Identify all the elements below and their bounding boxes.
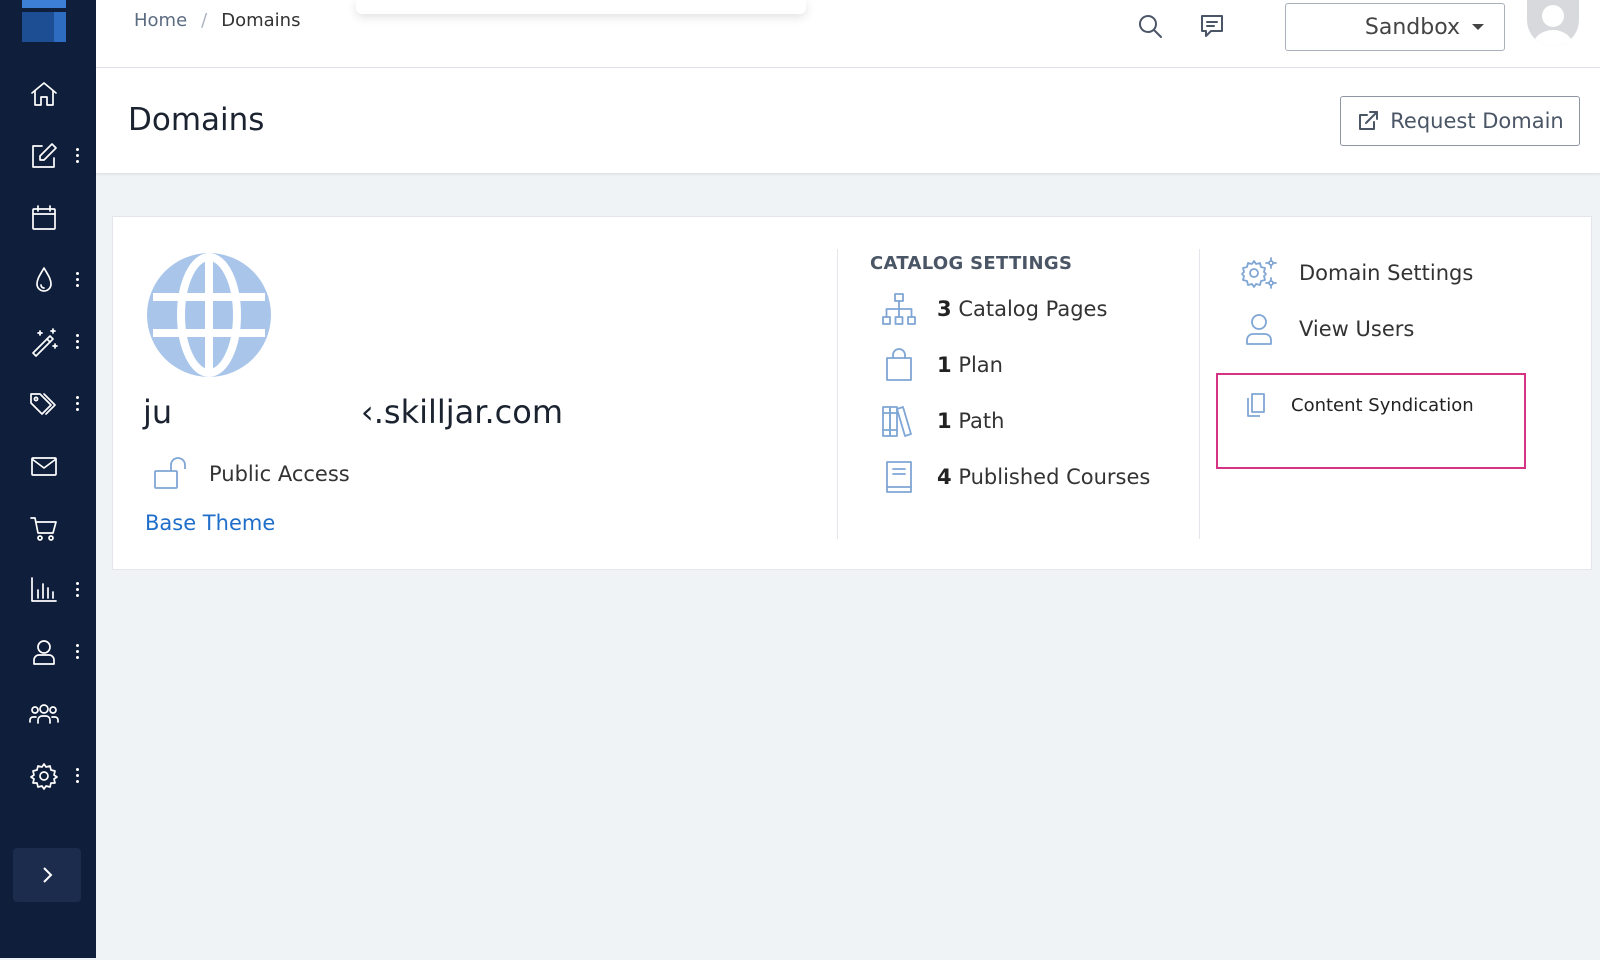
view-users-link[interactable]: View Users — [1239, 311, 1414, 347]
domain-settings-label: Domain Settings — [1299, 261, 1474, 285]
sidebar-item-analytics[interactable] — [0, 564, 96, 616]
chevron-right-icon — [43, 867, 53, 883]
magic-wand-icon — [28, 326, 60, 358]
domain-name: ju ‹.skilljar.com — [143, 393, 563, 431]
content-syndication-link[interactable]: Content Syndication — [1243, 391, 1474, 419]
breadcrumb-separator: / — [201, 10, 208, 31]
sidebar-item-theme[interactable] — [0, 254, 96, 306]
sidebar-item-calendar[interactable] — [0, 192, 96, 244]
more-icon[interactable] — [76, 644, 80, 660]
top-bar: Home / Domains Sandbox — [96, 0, 1600, 68]
page-title: Domains — [128, 102, 265, 138]
more-icon[interactable] — [76, 272, 80, 288]
base-theme-link[interactable]: Base Theme — [145, 511, 275, 535]
more-icon[interactable] — [76, 582, 80, 598]
environment-selector[interactable]: Sandbox — [1285, 3, 1505, 51]
dropdown-panel-edge — [356, 0, 806, 14]
unlock-icon — [154, 457, 186, 489]
edit-icon — [28, 140, 60, 172]
globe-icon — [147, 253, 271, 377]
bar-chart-icon — [28, 574, 60, 606]
domain-name-prefix: ju — [143, 393, 173, 431]
more-icon[interactable] — [76, 768, 80, 784]
caret-down-icon — [1472, 24, 1484, 30]
tags-icon — [28, 388, 60, 420]
gears-icon — [1241, 257, 1277, 289]
users-group-icon — [28, 698, 60, 730]
catalog-settings-title: CATALOG SETTINGS — [870, 253, 1073, 274]
sidebar-item-magic[interactable] — [0, 316, 96, 368]
avatar[interactable] — [1527, 0, 1579, 46]
more-icon[interactable] — [76, 396, 80, 412]
divider — [1199, 249, 1200, 539]
path-label: 1 Path — [937, 409, 1005, 433]
mail-icon — [28, 450, 60, 482]
gear-icon — [28, 760, 60, 792]
catalog-pages-label: 3 Catalog Pages — [937, 297, 1108, 321]
plan-label: 1 Plan — [937, 353, 1003, 377]
plan-item[interactable]: 1 Plan — [879, 347, 1003, 383]
sidebar-item-mail[interactable] — [0, 440, 96, 492]
droplet-icon — [28, 264, 60, 296]
sidebar — [0, 0, 96, 958]
request-domain-label: Request Domain — [1390, 109, 1564, 133]
skilljar-logo-icon[interactable] — [22, 0, 68, 44]
sitemap-icon — [879, 291, 919, 327]
user-avatar-icon — [1533, 5, 1573, 46]
catalog-pages-item[interactable]: 3 Catalog Pages — [879, 291, 1107, 327]
shopping-bag-icon — [879, 347, 919, 383]
access-label: Public Access — [209, 462, 350, 486]
user-icon — [28, 636, 60, 668]
breadcrumb: Home / Domains — [134, 10, 300, 31]
sidebar-item-settings[interactable] — [0, 750, 96, 802]
external-link-icon — [1359, 111, 1379, 130]
domain-name-suffix: ‹.skilljar.com — [360, 393, 563, 431]
sidebar-item-user[interactable] — [0, 626, 96, 678]
highlight-box — [1216, 373, 1526, 469]
books-icon — [879, 403, 919, 439]
sidebar-item-cart[interactable] — [0, 502, 96, 554]
path-item[interactable]: 1 Path — [879, 403, 1004, 439]
environment-label: Sandbox — [1364, 14, 1460, 40]
copy-icon — [1247, 393, 1265, 417]
sidebar-item-home[interactable] — [0, 68, 96, 120]
cart-icon — [28, 512, 60, 544]
sidebar-item-groups[interactable] — [0, 688, 96, 740]
domain-settings-link[interactable]: Domain Settings — [1239, 255, 1473, 291]
published-courses-label: 4 Published Courses — [937, 465, 1151, 489]
more-icon[interactable] — [76, 148, 80, 164]
divider — [837, 249, 838, 539]
sidebar-item-edit[interactable] — [0, 130, 96, 182]
message-icon[interactable] — [1198, 12, 1228, 42]
access-status: Public Access — [153, 457, 350, 491]
sidebar-item-tags[interactable] — [0, 378, 96, 430]
home-icon — [28, 78, 60, 110]
content-syndication-label: Content Syndication — [1291, 394, 1474, 416]
calendar-icon — [28, 202, 60, 234]
domain-card: ju ‹.skilljar.com Public Access Base The… — [112, 216, 1592, 570]
view-users-label: View Users — [1299, 317, 1415, 341]
page-header: Domains Request Domain — [96, 68, 1600, 174]
user-icon — [1246, 314, 1272, 345]
more-icon[interactable] — [76, 334, 80, 350]
book-icon — [879, 459, 919, 495]
breadcrumb-current: Domains — [221, 10, 301, 31]
breadcrumb-home[interactable]: Home — [134, 10, 187, 31]
published-courses-item[interactable]: 4 Published Courses — [879, 459, 1150, 495]
search-icon[interactable] — [1136, 12, 1166, 42]
sidebar-expand-button[interactable] — [13, 848, 81, 902]
request-domain-button[interactable]: Request Domain — [1340, 96, 1580, 146]
